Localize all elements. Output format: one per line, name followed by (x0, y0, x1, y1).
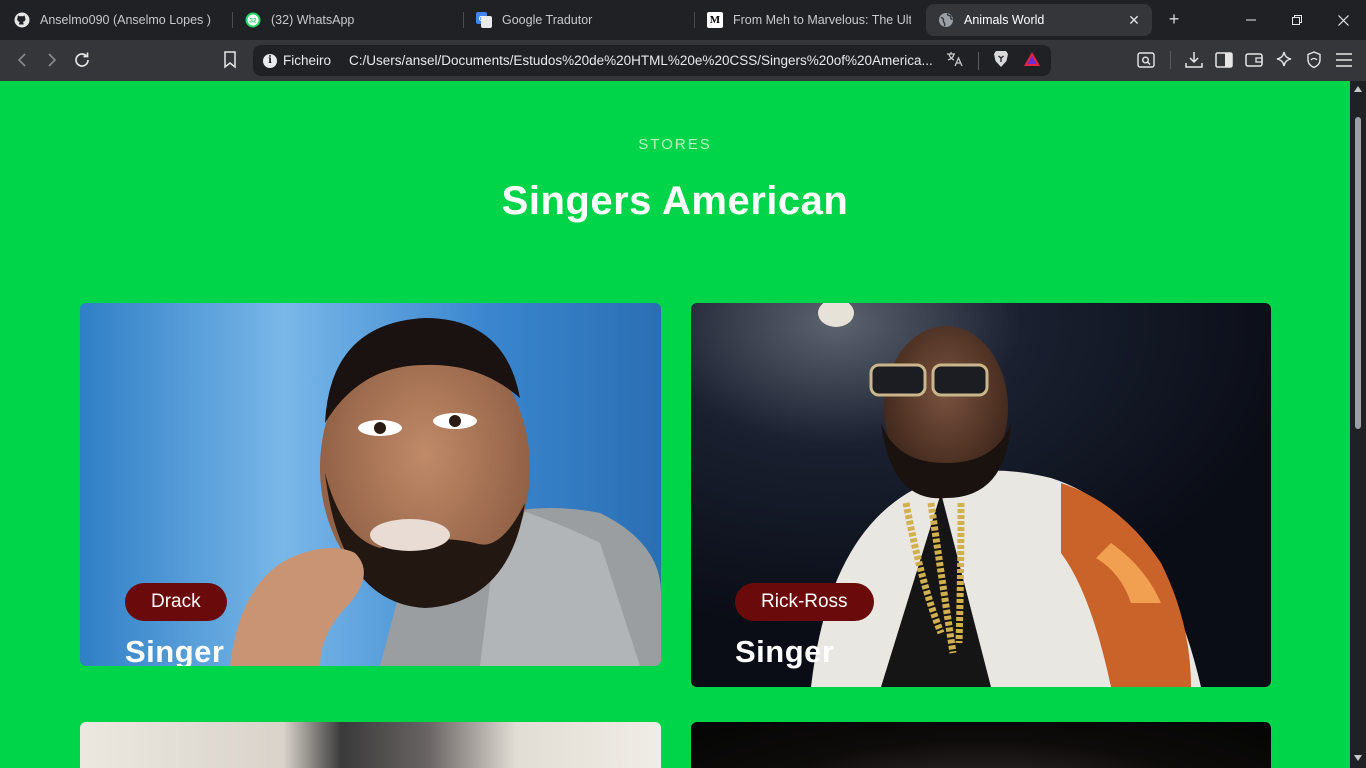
address-bar[interactable]: i Ficheiro C:/Users/ansel/Documents/Estu… (253, 45, 1051, 76)
reload-button[interactable] (69, 48, 95, 72)
downloads-button[interactable] (1179, 48, 1209, 72)
address-scheme-label: Ficheiro (283, 53, 332, 68)
tab-title: Animals World (964, 13, 1045, 27)
sidebar-icon (1215, 52, 1233, 68)
close-tab-icon[interactable]: ✕ (1126, 12, 1142, 29)
forward-arrow-icon (48, 53, 57, 67)
singer-photo (691, 303, 1271, 687)
back-arrow-icon (17, 53, 26, 67)
singer-card-third[interactable] (80, 722, 661, 768)
toolbar-icons (1131, 48, 1359, 72)
wallet-icon (1245, 53, 1263, 67)
forward-button[interactable] (39, 48, 65, 72)
translate-icon[interactable] (946, 51, 964, 70)
singer-name-chip[interactable]: Rick-Ross (735, 583, 874, 621)
browser-toolbar: i Ficheiro C:/Users/ansel/Documents/Estu… (0, 40, 1366, 81)
singer-card-rick-ross[interactable]: Rick-Ross Singer (691, 303, 1271, 687)
address-bar-actions (946, 45, 1041, 76)
singer-role-label: Singer (735, 634, 835, 669)
new-tab-button[interactable]: + (1164, 8, 1184, 32)
toolbar-divider (1161, 48, 1179, 72)
whatsapp-icon: 32 (245, 12, 261, 28)
google-translate-icon: G (476, 12, 492, 28)
page-title: Singers American (501, 179, 849, 223)
restore-icon (1292, 15, 1302, 25)
github-icon (14, 12, 30, 28)
scroll-down-arrow-icon[interactable] (1354, 755, 1362, 761)
svg-text:G: G (479, 16, 485, 23)
address-divider (978, 51, 979, 70)
site-info-icon[interactable]: i (263, 53, 277, 68)
medium-icon: M (707, 12, 723, 28)
page-viewport: STORES Singers American Drack Singer Ric… (0, 81, 1350, 768)
tab-google-translate[interactable]: G Google Tradutor (464, 4, 692, 36)
tab-title: Anselmo090 (Anselmo Lopes ) (40, 13, 211, 27)
tab-title: (32) WhatsApp (271, 13, 355, 27)
sidebar-toggle-button[interactable] (1209, 48, 1239, 72)
page-scrollbar[interactable] (1350, 81, 1366, 768)
download-icon (1185, 52, 1203, 68)
tab-search-icon (1137, 52, 1155, 68)
globe-icon (938, 12, 954, 28)
singer-role-label: Singer (125, 634, 225, 666)
singer-card-fourth[interactable] (691, 722, 1271, 768)
tab-medium-article[interactable]: M From Meh to Marvelous: The Ultim (695, 4, 921, 36)
tab-github[interactable]: Anselmo090 (Anselmo Lopes ) (2, 4, 230, 36)
whatsapp-badge: 32 (249, 18, 257, 25)
bookmark-button[interactable] (217, 48, 243, 72)
tab-animals-world[interactable]: Animals World ✕ (926, 4, 1152, 36)
main-menu-button[interactable] (1329, 48, 1359, 72)
brave-rewards-icon[interactable] (1023, 51, 1041, 70)
browser-tab-strip: Anselmo090 (Anselmo Lopes ) 32 (32) What… (0, 0, 1366, 40)
back-button[interactable] (9, 48, 35, 72)
brave-shields-icon[interactable] (993, 50, 1009, 71)
close-icon (1337, 14, 1349, 26)
tab-title: From Meh to Marvelous: The Ultim (733, 13, 911, 27)
tab-title: Google Tradutor (502, 13, 593, 27)
sparkle-icon (1276, 51, 1292, 67)
section-eyebrow: STORES (638, 136, 712, 153)
tab-search-button[interactable] (1131, 48, 1161, 72)
singer-card-drack[interactable]: Drack Singer (80, 303, 661, 666)
minimize-window-button[interactable] (1228, 0, 1274, 40)
restore-window-button[interactable] (1274, 0, 1320, 40)
close-window-button[interactable] (1320, 0, 1366, 40)
address-url[interactable]: C:/Users/ansel/Documents/Estudos%20de%20… (349, 53, 939, 68)
wallet-button[interactable] (1239, 48, 1269, 72)
bookmark-icon (224, 51, 236, 69)
vpn-button[interactable] (1299, 48, 1329, 72)
leo-ai-button[interactable] (1269, 48, 1299, 72)
singer-name-chip[interactable]: Drack (125, 583, 227, 621)
tab-whatsapp[interactable]: 32 (32) WhatsApp (233, 4, 461, 36)
minimize-icon (1246, 19, 1256, 21)
reload-icon (75, 52, 89, 67)
scrollbar-thumb[interactable] (1355, 117, 1361, 429)
hamburger-menu-icon (1336, 53, 1352, 67)
scroll-up-arrow-icon[interactable] (1354, 86, 1362, 92)
shield-icon (1307, 51, 1321, 69)
